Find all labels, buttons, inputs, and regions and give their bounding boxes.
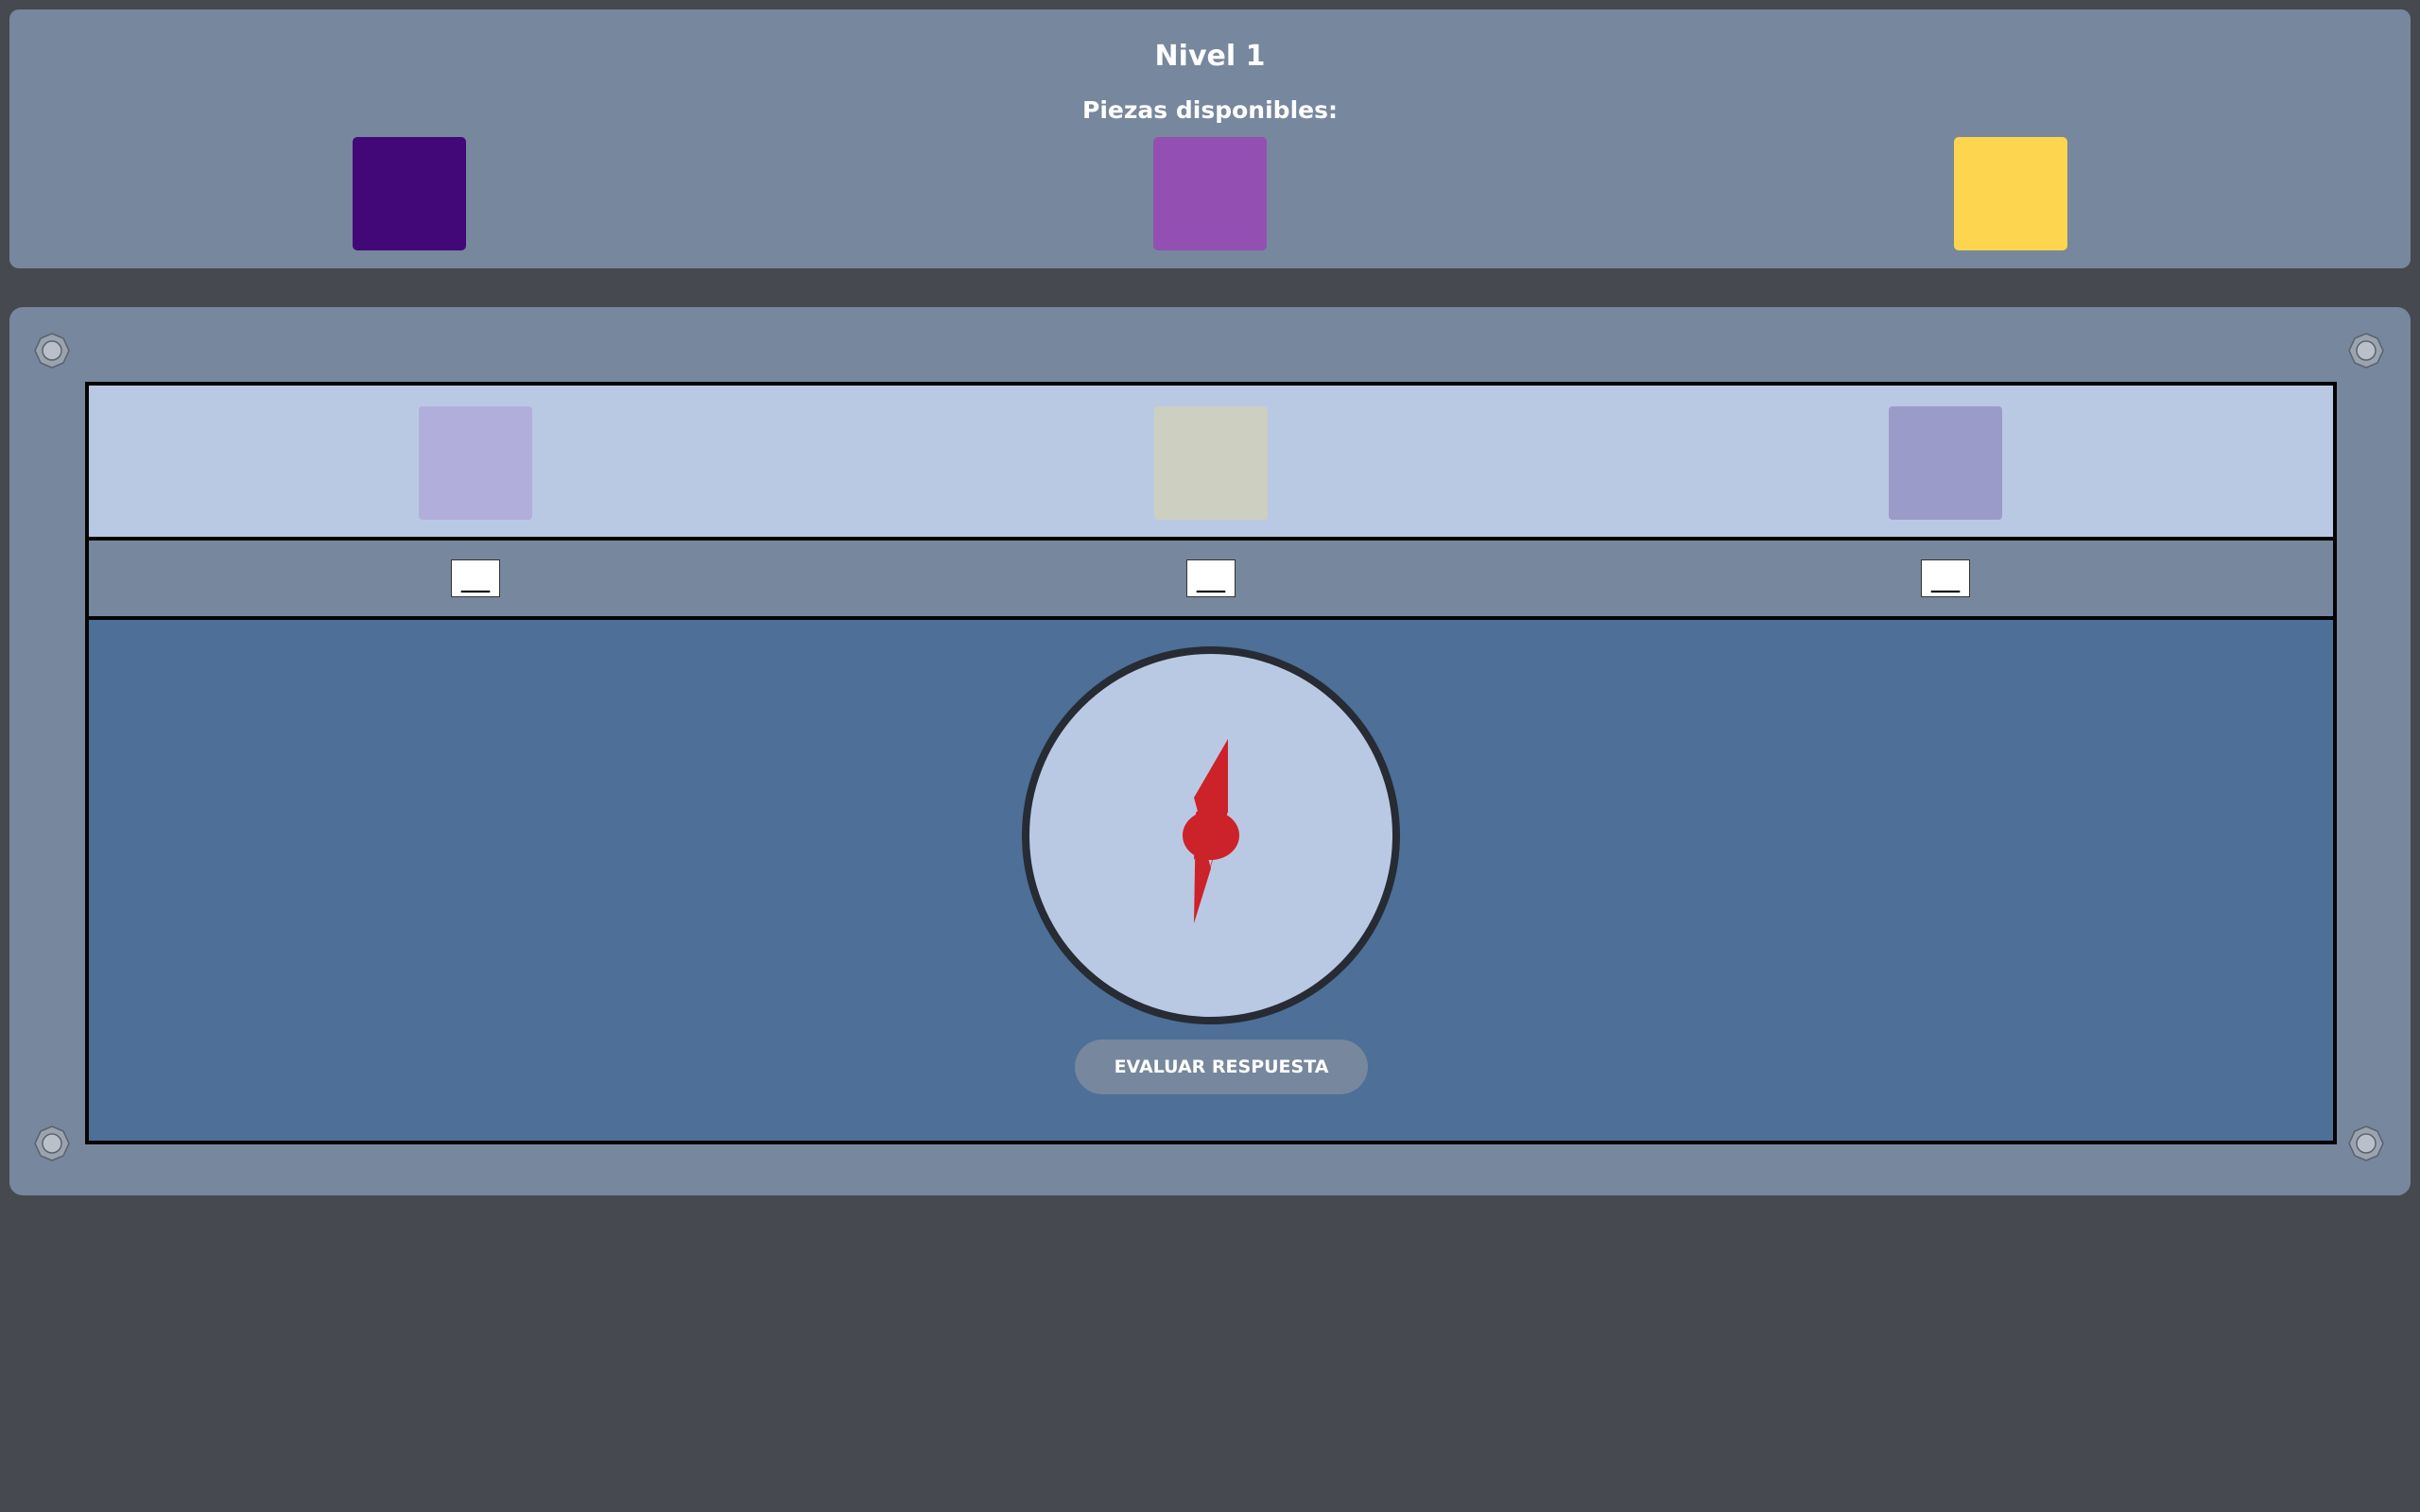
target-slot-3[interactable] — [1889, 406, 2002, 520]
evaluate-answer-button[interactable]: EVALUAR RESPUESTA — [1075, 1040, 1368, 1094]
available-pieces-panel: Nivel 1 Piezas disponibles: — [9, 9, 2411, 268]
compass-dial — [1022, 646, 1400, 1024]
piece-light-purple[interactable] — [1153, 137, 1267, 250]
bolt-icon — [2348, 1125, 2384, 1161]
level-title: Nivel 1 — [1154, 40, 1266, 73]
target-slot-1[interactable] — [419, 406, 532, 520]
slot-values-row: __ __ __ — [89, 541, 2333, 620]
slot-value-1[interactable]: __ — [451, 559, 500, 597]
bolt-icon — [34, 333, 70, 369]
slot-value-3[interactable]: __ — [1921, 559, 1970, 597]
piece-dark-purple[interactable] — [353, 137, 466, 250]
bolt-icon — [34, 1125, 70, 1161]
slot-value-2[interactable]: __ — [1186, 559, 1236, 597]
game-board: __ __ __ EVALUAR RESPUESTA — [9, 307, 2411, 1195]
bolt-icon — [2348, 333, 2384, 369]
puzzle-frame: __ __ __ EVALUAR RESPUESTA — [85, 382, 2337, 1144]
target-slot-2[interactable] — [1154, 406, 1268, 520]
piece-yellow[interactable] — [1954, 137, 2067, 250]
pieces-label: Piezas disponibles: — [1082, 96, 1338, 124]
target-slots-row — [89, 386, 2333, 541]
